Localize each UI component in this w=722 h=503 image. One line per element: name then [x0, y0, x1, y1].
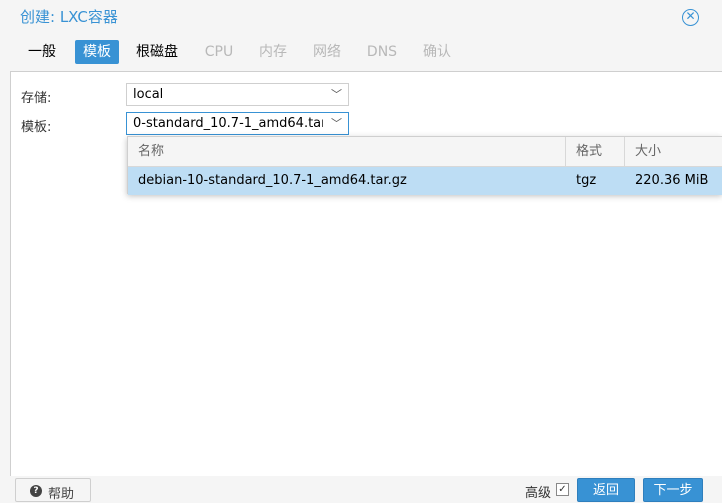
tab-root-disk[interactable]: 根磁盘: [132, 40, 182, 64]
template-panel: [10, 71, 722, 476]
next-button[interactable]: 下一步: [643, 478, 703, 502]
column-header-name[interactable]: 名称: [128, 137, 566, 167]
column-header-format[interactable]: 格式: [566, 137, 625, 167]
question-circle-icon: ?: [30, 485, 42, 497]
dialog-title: 创建: LXC容器: [20, 8, 118, 26]
template-row-format: tgz: [576, 173, 597, 188]
back-button[interactable]: 返回: [577, 478, 635, 502]
tab-dns: DNS: [366, 44, 398, 60]
tab-general[interactable]: 一般: [20, 40, 64, 64]
dropdown-header: 名称 格式 大小: [128, 137, 722, 167]
template-row[interactable]: debian-10-standard_10.7-1_amd64.tar.gz t…: [128, 167, 722, 195]
storage-value: local: [133, 87, 164, 102]
template-value: 0-standard_10.7-1_amd64.tar.gz: [133, 116, 323, 131]
tab-memory: 内存: [259, 44, 287, 60]
chevron-down-icon[interactable]: ﹀: [331, 86, 342, 103]
tab-template[interactable]: 模板: [75, 40, 119, 64]
storage-label: 存储:: [21, 91, 52, 106]
dialog-footer: ? 帮助 高级 ✓ 返回 下一步: [0, 476, 722, 502]
template-select[interactable]: 0-standard_10.7-1_amd64.tar.gz ﹀: [126, 112, 349, 135]
template-label: 模板:: [21, 120, 52, 135]
tab-cpu: CPU: [204, 44, 234, 60]
tab-confirm: 确认: [423, 44, 451, 60]
storage-select[interactable]: local ﹀: [126, 83, 349, 106]
help-button-label: 帮助: [48, 487, 75, 502]
advanced-checkbox[interactable]: ✓: [556, 483, 569, 496]
create-lxc-dialog: 创建: LXC容器 ✕ 一般 模板 根磁盘 CPU 内存 网络 DNS 确认 存…: [0, 0, 722, 502]
template-dropdown: 名称 格式 大小 debian-10-standard_10.7-1_amd64…: [127, 136, 722, 195]
dialog-titlebar: 创建: LXC容器 ✕: [0, 0, 722, 34]
advanced-label: 高级: [525, 486, 552, 501]
column-header-size[interactable]: 大小: [625, 137, 722, 167]
checkmark-icon: ✓: [558, 484, 567, 495]
template-row-size: 220.36 MiB: [635, 173, 709, 188]
help-button[interactable]: ? 帮助: [15, 478, 91, 502]
close-icon[interactable]: ✕: [682, 9, 699, 26]
template-row-name: debian-10-standard_10.7-1_amd64.tar.gz: [138, 173, 407, 188]
chevron-down-icon[interactable]: ﹀: [331, 115, 342, 132]
tab-network: 网络: [313, 44, 341, 60]
